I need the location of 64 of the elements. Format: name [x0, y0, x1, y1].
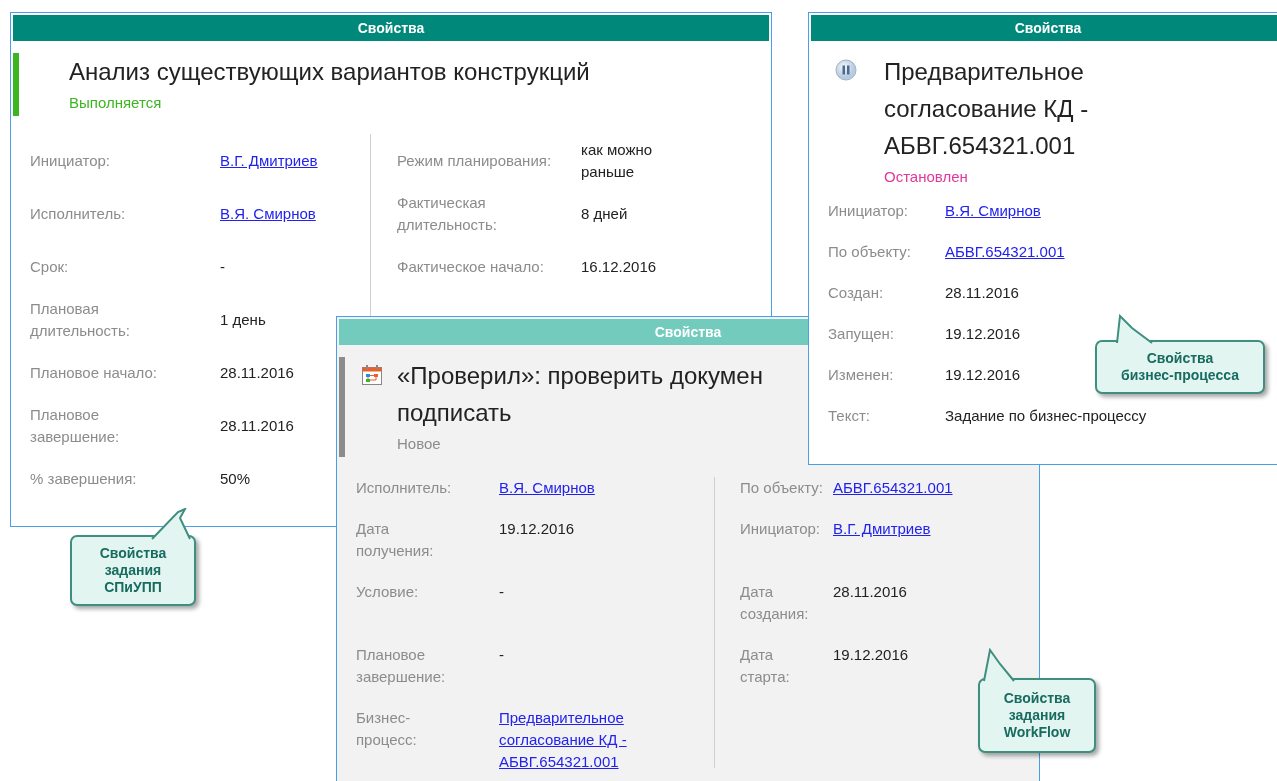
field-label: По объекту: — [828, 242, 912, 262]
field-label: Изменен: — [828, 365, 895, 385]
calendar-icon — [361, 364, 383, 386]
field-link[interactable]: В.Г. Дмитриев — [220, 149, 318, 172]
field-label: Фактическое начало: — [396, 256, 545, 277]
field-label: Плановая длительность: — [30, 298, 131, 341]
callout-pointer — [151, 508, 191, 540]
field-label: Инициатор: — [828, 201, 909, 221]
field-label: Бизнес-процесс: — [356, 708, 418, 750]
field-label: Инициатор: — [30, 150, 111, 171]
field-label: Срок: — [30, 256, 70, 277]
field-value: 19.12.2016 — [945, 365, 1022, 385]
status-text: Выполняется — [69, 93, 162, 113]
field-label: Дата создания: — [739, 582, 810, 624]
panel-header: Свойства — [13, 15, 769, 41]
field-label: Запущен: — [828, 324, 895, 344]
field-value: как можно раньше — [581, 139, 654, 182]
field-label: Исполнитель: — [356, 478, 453, 498]
field-link[interactable]: В.Г. Дмитриев — [833, 518, 931, 540]
field-link[interactable]: В.Я. Смирнов — [220, 202, 316, 225]
field-value: 28.11.2016 — [945, 283, 1020, 303]
field-link[interactable]: Предварительное согласование КД - АБВГ.654321.001 — [499, 707, 704, 773]
panel-title: «Проверил»: проверить докумен подписать — [397, 361, 763, 428]
field-label: Условие: — [356, 582, 420, 602]
field-label: Плановое завершение: — [30, 404, 121, 447]
field-link[interactable]: В.Я. Смирнов — [499, 477, 595, 499]
field-link[interactable]: АБВГ.654321.001 — [833, 477, 953, 499]
field-value: 16.12.2016 — [581, 256, 658, 277]
field-label: Создан: — [828, 283, 885, 303]
field-value: 28.11.2016 — [833, 582, 908, 602]
callout-pointer — [1116, 314, 1153, 344]
field-value: 19.12.2016 — [499, 519, 576, 539]
field-value: - — [220, 256, 226, 277]
field-value: 28.11.2016 — [220, 415, 295, 436]
field-link[interactable]: АБВГ.654321.001 — [945, 241, 1065, 263]
field-label: Текст: — [828, 406, 871, 426]
field-label: Плановое завершение: — [356, 645, 447, 687]
status-text: Новое — [397, 434, 441, 454]
field-value: 50% — [220, 468, 252, 489]
field-label: Инициатор: — [739, 519, 821, 539]
field-value: 1 день — [220, 309, 267, 330]
panel-header: Свойства — [811, 15, 1277, 41]
callout-bubble: Свойства задания WorkFlow — [978, 678, 1096, 753]
field-label: По объекту: — [739, 478, 824, 498]
panel-title: Предварительное согласование КД - АБВГ.654321.001 — [884, 57, 1089, 161]
panel-title: Анализ существующих вариантов конструкций — [69, 57, 590, 87]
field-label: Плановое начало: — [30, 362, 159, 383]
field-label: Режим планирования: — [396, 150, 553, 171]
callout-pointer — [983, 648, 1015, 682]
field-value: 8 дней — [581, 203, 629, 224]
field-value: - — [499, 582, 505, 602]
field-label: % завершения: — [30, 468, 138, 489]
field-value: 28.11.2016 — [220, 362, 295, 383]
field-label: Исполнитель: — [30, 203, 127, 224]
status-text: Остановлен — [884, 167, 968, 187]
field-value: 19.12.2016 — [833, 645, 910, 665]
field-value: Задание по бизнес-процессу — [945, 406, 1148, 426]
field-value: - — [499, 645, 505, 665]
field-label: Фактическая длительность: — [396, 192, 498, 235]
field-link[interactable]: В.Я. Смирнов — [945, 200, 1041, 222]
field-value: 19.12.2016 — [945, 324, 1022, 344]
field-label: Дата старта: — [739, 645, 791, 687]
pause-icon — [835, 59, 857, 81]
field-label: Дата получения: — [356, 519, 435, 561]
